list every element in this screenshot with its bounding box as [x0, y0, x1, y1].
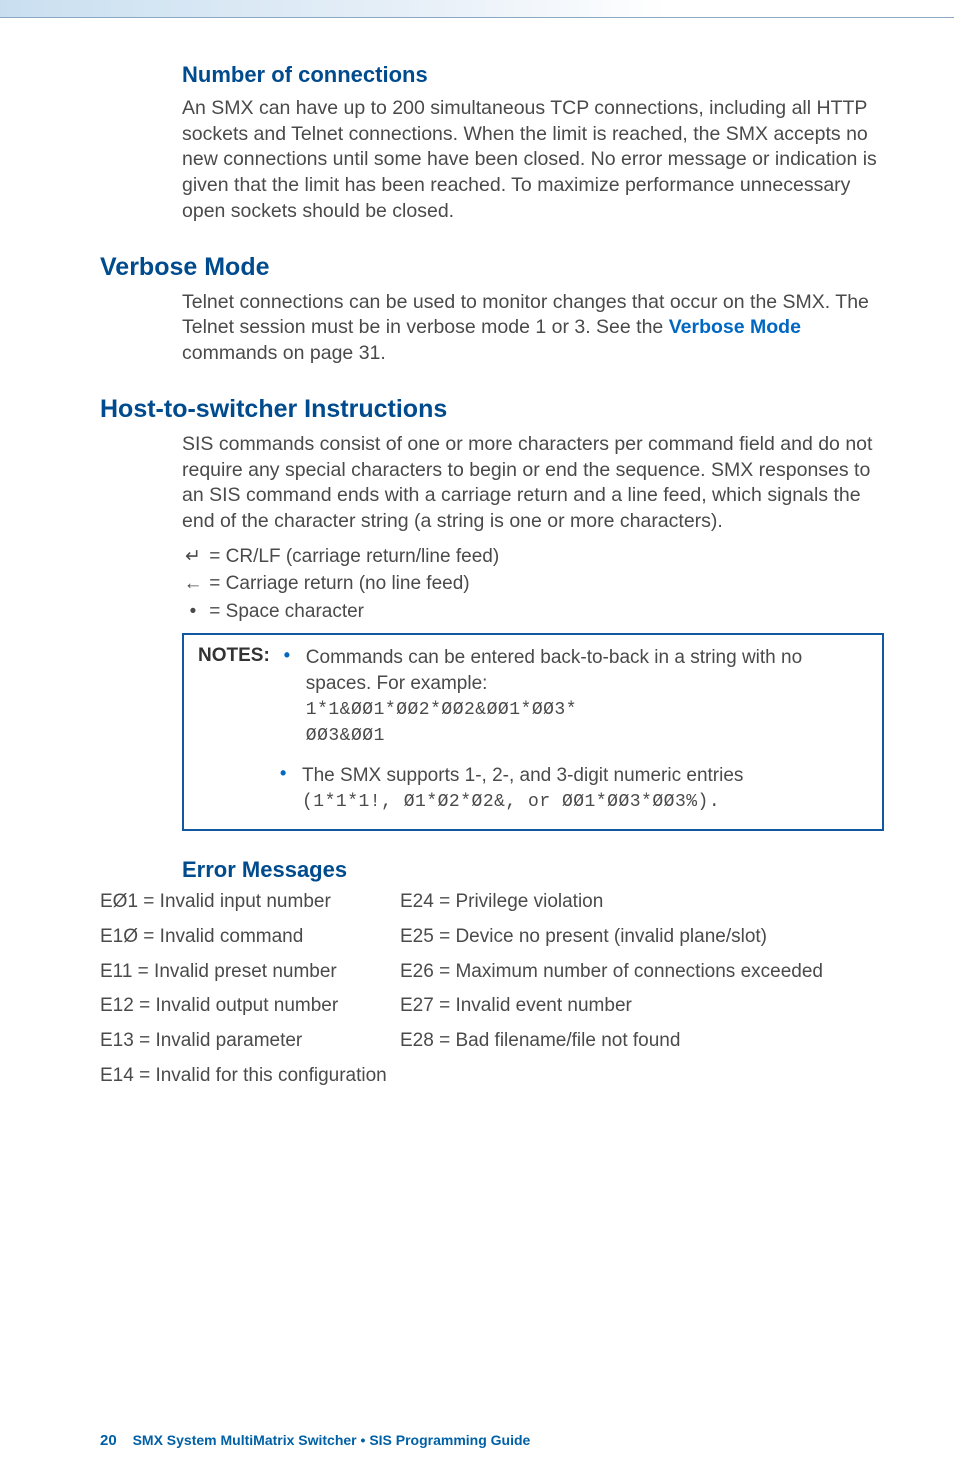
- paragraph-number-of-connections: An SMX can have up to 200 simultaneous T…: [182, 96, 884, 225]
- footer-title: SMX System MultiMatrix Switcher • SIS Pr…: [133, 1432, 531, 1448]
- error-left: EØ1 = Invalid input number: [100, 891, 400, 914]
- bullet-icon: •: [284, 645, 306, 749]
- error-messages-section: Error Messages EØ1 = Invalid input numbe…: [100, 857, 884, 1088]
- heading-error-messages: Error Messages: [182, 857, 884, 883]
- note1-code-line2: ØØ3&ØØ1: [306, 726, 385, 746]
- error-right: E28 = Bad filename/file not found: [400, 1030, 884, 1053]
- note1-text: Commands can be entered back-to-back in …: [306, 647, 802, 693]
- def-crlf: ↵ = CR/LF (carriage return/line feed): [182, 543, 884, 571]
- error-right: E26 = Maximum number of connections exce…: [400, 961, 884, 984]
- heading-verbose-mode: Verbose Mode: [100, 253, 884, 282]
- error-left: E13 = Invalid parameter: [100, 1030, 400, 1053]
- verbose-mode-link[interactable]: Verbose Mode: [669, 316, 801, 338]
- def-space-text: = Space character: [204, 601, 364, 622]
- error-left: E14 = Invalid for this configuration: [100, 1065, 400, 1088]
- notes-row-1: NOTES: • Commands can be entered back-to…: [198, 645, 868, 749]
- glyph-definitions: ↵ = CR/LF (carriage return/line feed) ← …: [182, 543, 884, 626]
- error-right: E24 = Privilege violation: [400, 891, 884, 914]
- error-right: E27 = Invalid event number: [400, 995, 884, 1018]
- notes-bullet-2: The SMX supports 1-, 2-, and 3-digit num…: [302, 763, 868, 815]
- paragraph-verbose-mode: Telnet connections can be used to monito…: [182, 290, 884, 367]
- def-cr: ← = Carriage return (no line feed): [182, 570, 884, 598]
- paragraph-host-to-switcher: SIS commands consist of one or more char…: [182, 432, 884, 535]
- error-row-2: E11 = Invalid preset number E26 = Maximu…: [100, 961, 884, 984]
- page-footer: 20 SMX System MultiMatrix Switcher • SIS…: [100, 1432, 530, 1449]
- def-space: • = Space character: [182, 598, 884, 626]
- note2-code: (1*1*1!, Ø1*Ø2*Ø2&, or ØØ1*ØØ3*ØØ3%).: [302, 792, 720, 812]
- bullet-icon: •: [280, 763, 302, 815]
- note2-text: The SMX supports 1-, 2-, and 3-digit num…: [302, 765, 743, 786]
- notes-label: NOTES:: [198, 645, 270, 749]
- error-row-5: E14 = Invalid for this configuration: [100, 1065, 884, 1088]
- error-right: [400, 1065, 884, 1088]
- page-top-gradient: [0, 0, 954, 18]
- def-crlf-text: = CR/LF (carriage return/line feed): [204, 546, 499, 567]
- heading-host-to-switcher: Host-to-switcher Instructions: [100, 395, 884, 424]
- error-row-1: E1Ø = Invalid command E25 = Device no pr…: [100, 926, 884, 949]
- error-row-4: E13 = Invalid parameter E28 = Bad filena…: [100, 1030, 884, 1053]
- page-content: Number of connections An SMX can have up…: [0, 18, 954, 1088]
- error-left: E11 = Invalid preset number: [100, 961, 400, 984]
- error-row-0: EØ1 = Invalid input number E24 = Privile…: [100, 891, 884, 914]
- heading-number-of-connections: Number of connections: [182, 62, 884, 88]
- error-left: E1Ø = Invalid command: [100, 926, 400, 949]
- error-right: E25 = Device no present (invalid plane/s…: [400, 926, 884, 949]
- page-number: 20: [100, 1432, 117, 1449]
- crlf-glyph: ↵: [182, 543, 204, 571]
- cr-glyph: ←: [182, 570, 204, 598]
- def-cr-text: = Carriage return (no line feed): [204, 573, 470, 594]
- error-row-3: E12 = Invalid output number E27 = Invali…: [100, 995, 884, 1018]
- error-left: E12 = Invalid output number: [100, 995, 400, 1018]
- notes-box: NOTES: • Commands can be entered back-to…: [182, 633, 884, 830]
- space-glyph: •: [182, 598, 204, 626]
- notes-row-2: • The SMX supports 1-, 2-, and 3-digit n…: [280, 763, 868, 815]
- note1-code-line1: 1*1&ØØ1*ØØ2*ØØ2&ØØ1*ØØ3*: [306, 700, 577, 720]
- notes-bullet-1: Commands can be entered back-to-back in …: [306, 645, 868, 749]
- verbose-text-post: commands on page 31.: [182, 342, 386, 364]
